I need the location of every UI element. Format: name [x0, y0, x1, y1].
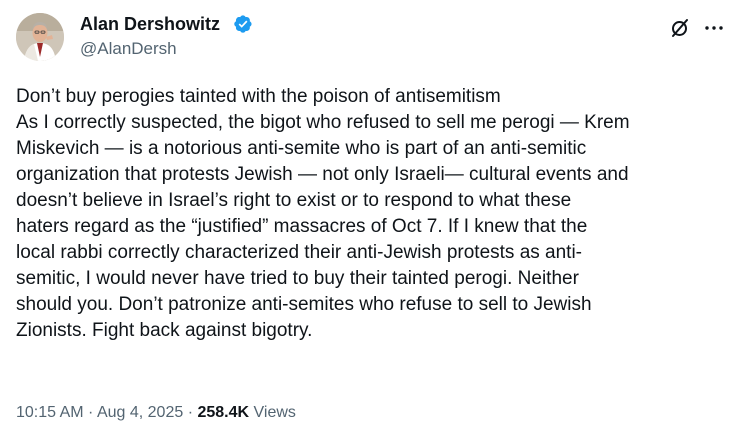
verified-badge-icon	[234, 15, 252, 33]
tweet-text: Don’t buy perogies tainted with the pois…	[16, 84, 728, 344]
tweet-text-line: should you. Don’t patronize anti-semites…	[16, 294, 592, 315]
tweet-text-line: Zionists. Fight back against bigotry.	[16, 320, 313, 341]
display-name[interactable]: Alan Dershowitz	[80, 12, 220, 36]
tweet-text-line: local rabbi correctly characterized thei…	[16, 242, 583, 263]
tweet-text-line: organization that protests Jewish — not …	[16, 164, 629, 185]
more-options-icon[interactable]	[702, 16, 726, 40]
tweet-meta: 10:15 AM · Aug 4, 2025 · 258.4K Views	[16, 402, 296, 424]
tweet-text-line: doesn’t believe in Israel’s right to exi…	[16, 190, 572, 211]
avatar[interactable]	[16, 13, 64, 61]
meta-separator: ·	[183, 404, 198, 421]
tweet-text-line: Miskevich — is a notorious anti-semite w…	[16, 138, 587, 159]
handle[interactable]: @AlanDersh	[80, 38, 177, 60]
tweet-date: Aug 4, 2025	[96, 404, 184, 421]
tweet-card: Alan Dershowitz @AlanDersh Don’t buy per…	[0, 0, 742, 425]
grok-icon[interactable]	[668, 16, 692, 40]
views-label: Views	[249, 404, 296, 421]
views-count[interactable]: 258.4K	[197, 404, 249, 421]
tweet-time: 10:15 AM	[16, 404, 84, 421]
tweet-text-line: As I correctly suspected, the bigot who …	[16, 112, 630, 133]
meta-separator: ·	[83, 404, 97, 421]
tweet-text-line: semitic, I would never have tried to buy…	[16, 268, 579, 289]
tweet-text-line: haters regard as the “justified” massacr…	[16, 216, 588, 237]
tweet-text-line: Don’t buy perogies tainted with the pois…	[16, 86, 501, 107]
timestamp-link[interactable]: 10:15 AM · Aug 4, 2025	[16, 404, 183, 421]
